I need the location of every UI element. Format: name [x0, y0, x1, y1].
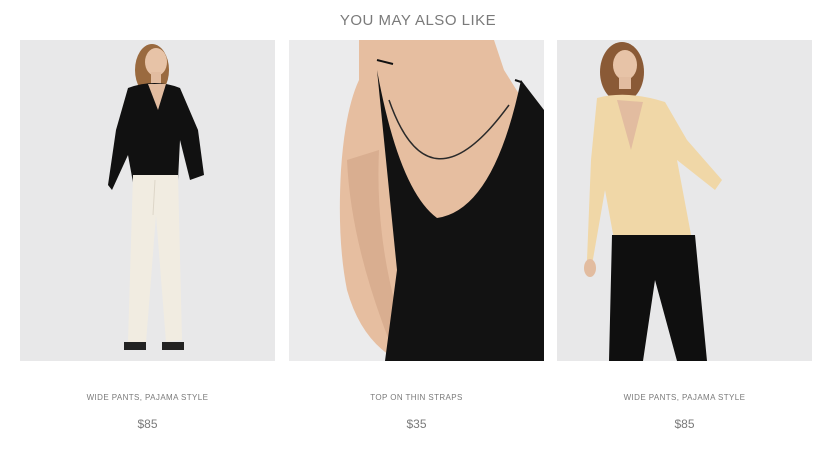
product-price: $85 [674, 417, 695, 431]
model-photo-illustration [20, 40, 275, 361]
model-photo-illustration [557, 40, 812, 361]
product-card-1[interactable]: WIDE PANTS, PAJAMA STYLE $85 [20, 40, 275, 431]
product-card-3[interactable]: WIDE PANTS, PAJAMA STYLE $85 [557, 40, 812, 431]
product-name[interactable]: TOP ON THIN STRAPS [289, 393, 544, 402]
section-title: YOU MAY ALSO LIKE [339, 12, 497, 29]
product-name[interactable]: WIDE PANTS, PAJAMA STYLE [20, 393, 275, 402]
product-image[interactable] [20, 40, 275, 361]
product-price: $85 [137, 417, 158, 431]
product-price: $35 [406, 417, 427, 431]
product-image[interactable] [289, 40, 544, 361]
product-image[interactable] [557, 40, 812, 361]
product-card-2[interactable]: TOP ON THIN STRAPS $35 [289, 40, 544, 431]
product-name[interactable]: WIDE PANTS, PAJAMA STYLE [557, 393, 812, 402]
model-photo-illustration [289, 40, 544, 361]
